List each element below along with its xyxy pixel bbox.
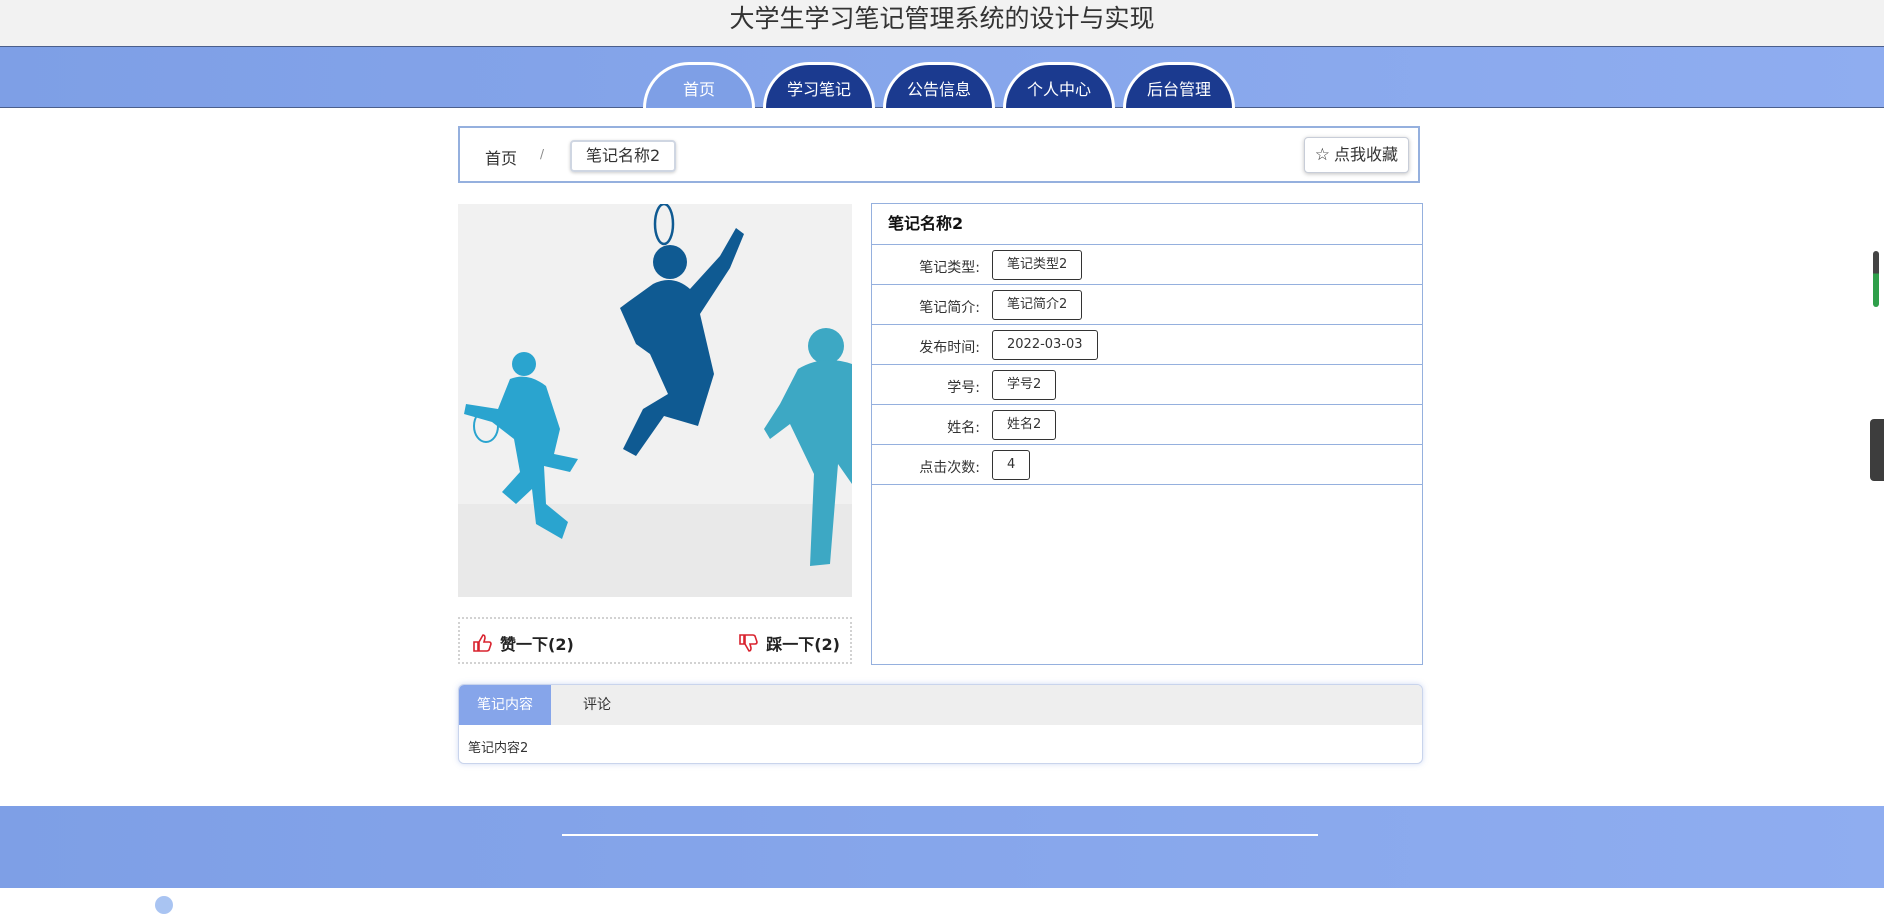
scrollbar-thumb[interactable] bbox=[1873, 251, 1879, 307]
thumbs-down-icon bbox=[739, 634, 759, 652]
detail-label: 发布时间: bbox=[919, 340, 980, 356]
detail-value: 4 bbox=[992, 450, 1031, 480]
detail-label: 笔记类型: bbox=[919, 260, 980, 276]
thumbs-up-icon bbox=[473, 634, 492, 652]
detail-label: 学号: bbox=[947, 380, 980, 396]
detail-label: 点击次数: bbox=[919, 460, 980, 476]
breadcrumb-current: 笔记名称2 bbox=[570, 140, 677, 172]
side-panel-toggle[interactable] bbox=[1870, 419, 1884, 481]
note-detail-panel: 笔记名称2 笔记类型: 笔记类型2 笔记简介: 笔记简介2 发布时间: 2022… bbox=[871, 203, 1423, 665]
breadcrumb-separator: / bbox=[540, 147, 545, 161]
badminton-players-illustration bbox=[458, 204, 852, 597]
breadcrumb: 首页 / 笔记名称2 ☆ 点我收藏 bbox=[458, 126, 1420, 183]
detail-value: 笔记简介2 bbox=[992, 290, 1083, 320]
favorite-button-label: 点我收藏 bbox=[1333, 145, 1398, 164]
breadcrumb-home-link[interactable]: 首页 bbox=[485, 145, 517, 169]
star-outline-icon: ☆ bbox=[1314, 145, 1330, 165]
detail-value: 学号2 bbox=[992, 370, 1057, 400]
detail-row: 姓名: 姓名2 bbox=[872, 405, 1422, 445]
site-title: 大学生学习笔记管理系统的设计与实现 bbox=[0, 0, 1884, 46]
footer-divider bbox=[562, 834, 1318, 836]
detail-row: 点击次数: 4 bbox=[872, 445, 1422, 485]
dislike-button[interactable]: 踩一下(2) bbox=[738, 631, 840, 655]
like-label: 赞一下(2) bbox=[500, 635, 574, 654]
note-title: 笔记名称2 bbox=[872, 204, 1422, 245]
main-nav: 首页 学习笔记 公告信息 个人中心 后台管理 bbox=[0, 46, 1884, 108]
detail-row: 笔记类型: 笔记类型2 bbox=[872, 245, 1422, 285]
tab-content: 笔记内容2 bbox=[468, 741, 529, 756]
nav-study-notes[interactable]: 学习笔记 bbox=[763, 62, 875, 108]
nav-admin[interactable]: 后台管理 bbox=[1123, 62, 1235, 108]
detail-value: 笔记类型2 bbox=[992, 250, 1083, 280]
footer bbox=[0, 806, 1884, 888]
vote-bar: 赞一下(2) 踩一下(2) bbox=[458, 617, 852, 664]
nav-announcements[interactable]: 公告信息 bbox=[883, 62, 995, 108]
detail-value: 2022-03-03 bbox=[992, 330, 1098, 360]
floating-button[interactable] bbox=[155, 896, 173, 914]
detail-row: 发布时间: 2022-03-03 bbox=[872, 325, 1422, 365]
favorite-button[interactable]: ☆ 点我收藏 bbox=[1303, 137, 1409, 173]
detail-label: 笔记简介: bbox=[919, 300, 980, 316]
tab-note-content[interactable]: 笔记内容 bbox=[459, 685, 551, 725]
detail-row: 学号: 学号2 bbox=[872, 365, 1422, 405]
nav-home[interactable]: 首页 bbox=[643, 62, 755, 108]
like-button[interactable]: 赞一下(2) bbox=[472, 631, 574, 655]
content-tabs: 笔记内容 评论 笔记内容2 bbox=[458, 684, 1423, 764]
detail-label: 姓名: bbox=[947, 420, 980, 436]
note-cover-image bbox=[458, 204, 852, 597]
nav-personal-center[interactable]: 个人中心 bbox=[1003, 62, 1115, 108]
detail-row: 笔记简介: 笔记简介2 bbox=[872, 285, 1422, 325]
tab-comments[interactable]: 评论 bbox=[551, 685, 643, 725]
dislike-label: 踩一下(2) bbox=[766, 635, 840, 654]
detail-value: 姓名2 bbox=[992, 410, 1057, 440]
